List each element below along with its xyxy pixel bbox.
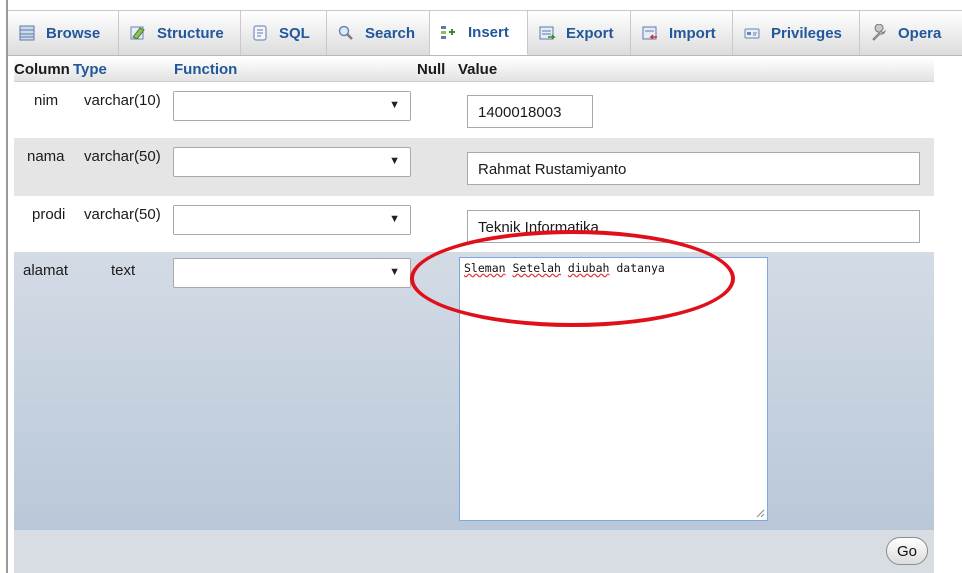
export-icon	[538, 24, 556, 42]
table-header: Column Type Function Null Value	[14, 58, 934, 82]
tab-search[interactable]: Search	[327, 11, 430, 55]
textarea-word: Sleman	[464, 261, 506, 275]
tab-bar: Browse Structure SQL Search Insert Expor…	[8, 10, 962, 56]
textarea-word: datanya	[616, 261, 665, 275]
left-border	[6, 0, 8, 573]
function-select[interactable]: ▼	[173, 91, 411, 121]
table-row: nim varchar(10) ▼ 1400018003	[14, 82, 934, 138]
tab-privileges[interactable]: Privileges	[733, 11, 860, 55]
dropdown-arrow-icon: ▼	[389, 266, 400, 278]
column-name: alamat	[23, 262, 69, 279]
header-column: Column	[14, 61, 70, 78]
column-name: prodi	[32, 206, 66, 223]
value-input[interactable]: 1400018003	[467, 95, 593, 128]
value-input[interactable]: Rahmat Rustamiyanto	[467, 152, 920, 185]
dropdown-arrow-icon: ▼	[389, 99, 400, 111]
function-select[interactable]: ▼	[173, 205, 411, 235]
column-type: text	[111, 262, 136, 279]
dropdown-arrow-icon: ▼	[389, 155, 400, 167]
browse-icon	[18, 24, 36, 42]
column-type: varchar(50)	[84, 206, 161, 223]
header-value: Value	[458, 61, 498, 78]
value-input[interactable]: Teknik Informatika	[467, 210, 920, 243]
sql-icon	[251, 24, 269, 42]
column-name: nim	[34, 92, 59, 109]
structure-icon	[129, 24, 147, 42]
tab-sql[interactable]: SQL	[241, 11, 327, 55]
function-select[interactable]: ▼	[173, 258, 411, 288]
privileges-icon	[743, 24, 761, 42]
textarea-word: Setelah	[512, 261, 561, 275]
go-button[interactable]: Go	[886, 537, 928, 565]
header-null: Null	[417, 61, 446, 78]
tab-export[interactable]: Export	[528, 11, 631, 55]
insert-icon	[440, 24, 458, 42]
header-function[interactable]: Function	[174, 61, 237, 78]
wrench-icon	[870, 24, 888, 42]
column-name: nama	[27, 148, 65, 165]
column-type: varchar(10)	[84, 92, 161, 109]
search-icon	[337, 24, 355, 42]
tab-insert[interactable]: Insert	[430, 11, 528, 55]
table-row: prodi varchar(50) ▼ Teknik Informatika	[14, 196, 934, 252]
table-row: alamat text ▼ Sleman Setelah diubah data…	[14, 252, 934, 530]
tab-structure[interactable]: Structure	[119, 11, 241, 55]
function-select[interactable]: ▼	[173, 147, 411, 177]
insert-form-table: Column Type Function Null Value nim varc…	[14, 58, 934, 573]
tab-operations[interactable]: Opera	[860, 11, 953, 55]
value-textarea[interactable]: Sleman Setelah diubah datanya	[459, 257, 768, 521]
textarea-word: diubah	[567, 261, 610, 275]
form-footer: Go	[14, 530, 934, 573]
column-type: varchar(50)	[84, 148, 161, 165]
table-row: nama varchar(50) ▼ Rahmat Rustamiyanto	[14, 138, 934, 196]
tab-import[interactable]: Import	[631, 11, 733, 55]
resize-handle-icon[interactable]	[755, 508, 765, 518]
dropdown-arrow-icon: ▼	[389, 213, 400, 225]
tab-browse[interactable]: Browse	[8, 11, 119, 55]
header-type[interactable]: Type	[73, 61, 107, 78]
import-icon	[641, 24, 659, 42]
